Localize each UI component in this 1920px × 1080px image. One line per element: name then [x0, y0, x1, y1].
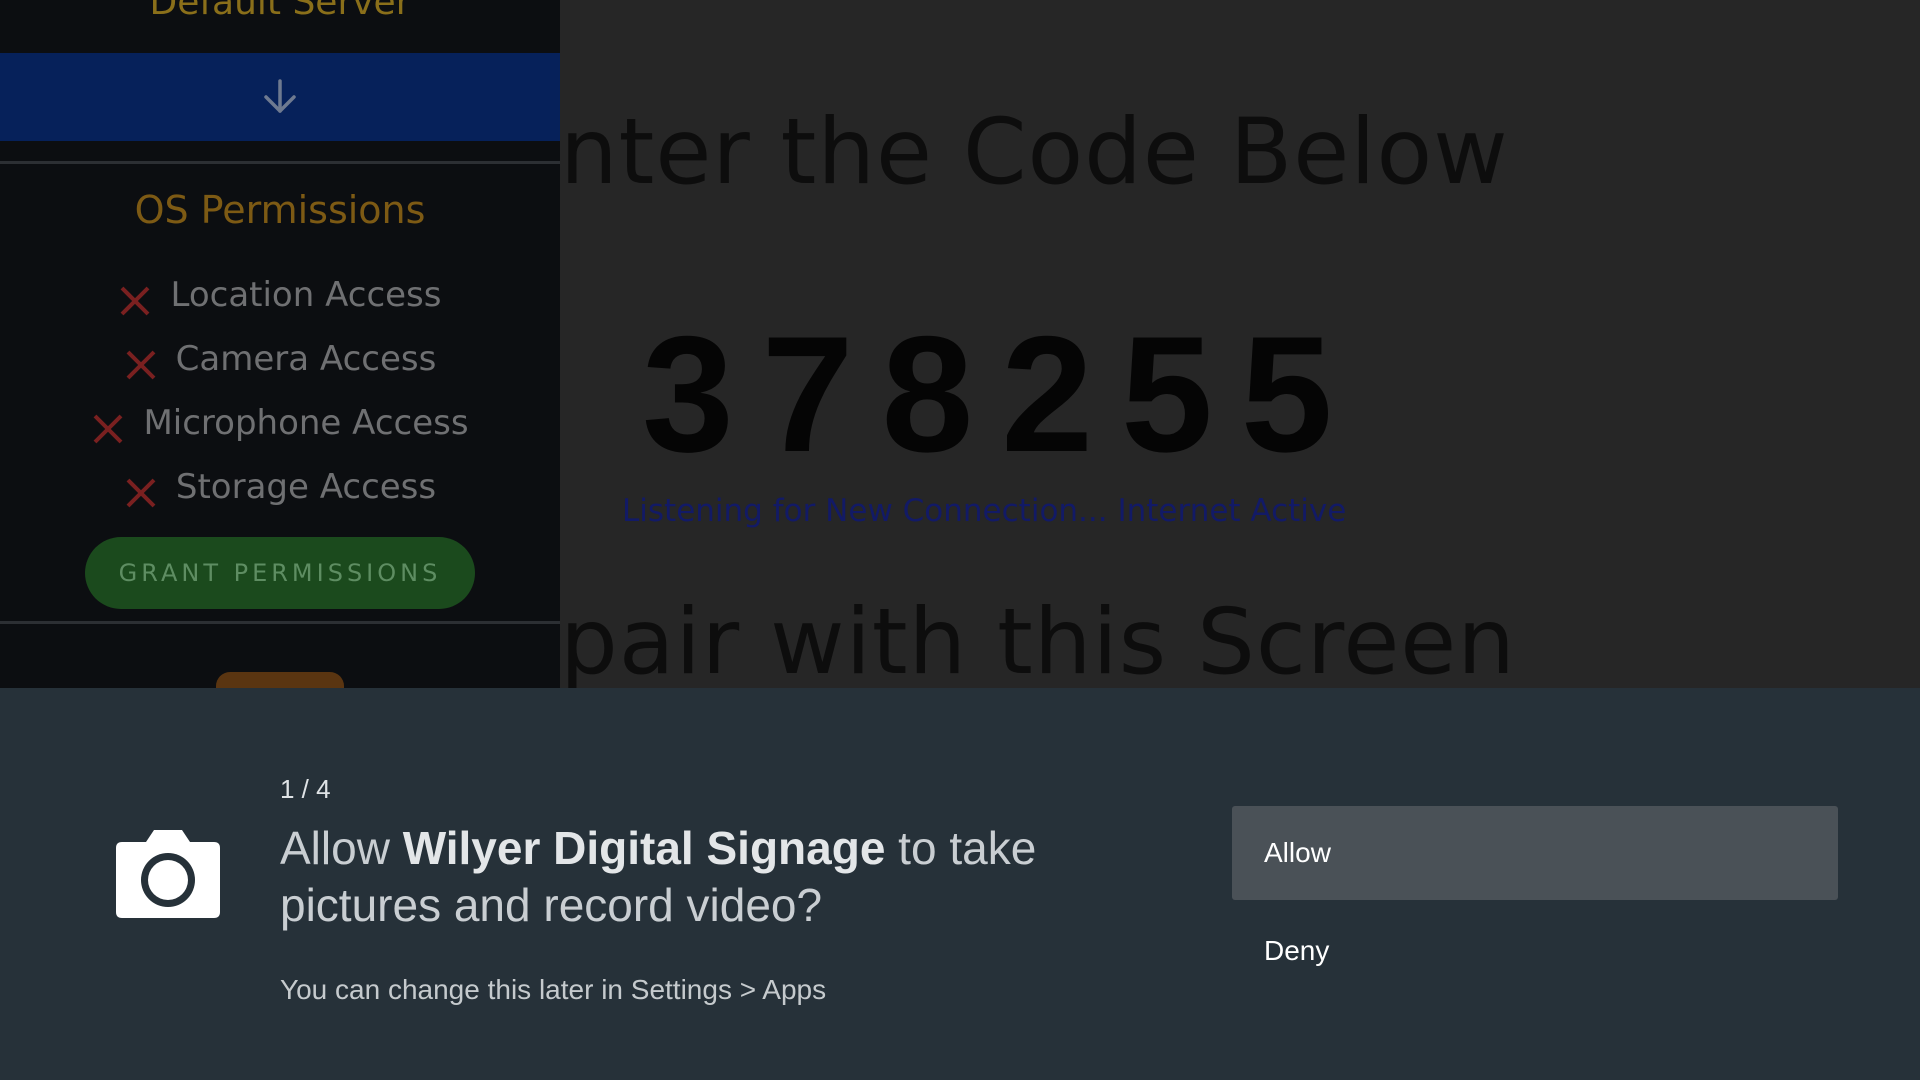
settings-note: You can change this later in Settings > … [280, 974, 827, 1005]
enter-code-heading: nter the Code Below [560, 100, 1509, 205]
deny-button[interactable]: Deny [1232, 904, 1838, 998]
server-title: Default Server [149, 0, 411, 23]
server-expand-toggle[interactable] [0, 53, 560, 141]
permission-item-location: Location Access [0, 270, 560, 320]
permission-item-storage: Storage Access [0, 462, 560, 512]
x-icon [126, 350, 156, 380]
grant-permissions-button[interactable]: GRANT PERMISSIONS [85, 537, 475, 609]
permission-label: Storage Access [175, 467, 437, 507]
permission-counter: 1 / 4 [280, 774, 331, 804]
pairing-code: 378255 [642, 302, 1361, 486]
pair-screen-heading: pair with this Screen [560, 590, 1516, 688]
permission-item-microphone: Microphone Access [0, 398, 560, 448]
permission-label: Microphone Access [143, 403, 469, 443]
os-permissions-title: OS Permissions [134, 188, 426, 232]
camera-icon [116, 830, 220, 918]
x-icon [126, 478, 156, 508]
sidebar: Default Server OS Permissions Location A… [0, 0, 560, 688]
x-icon [121, 286, 150, 316]
permission-item-camera: Camera Access [0, 334, 560, 384]
section-divider [0, 161, 560, 164]
permission-label: Camera Access [175, 339, 437, 379]
app-name: Wilyer Digital Signage [402, 822, 886, 874]
connection-status: Listening for New Connection... Internet… [622, 493, 1347, 529]
message-prefix: Allow [280, 822, 403, 874]
x-icon [94, 414, 123, 444]
partial-orange-button[interactable] [216, 672, 344, 688]
main-content: nter the Code Below 378255 Listening for… [560, 0, 1920, 688]
arrow-down-icon [264, 79, 296, 113]
allow-button[interactable]: Allow [1232, 806, 1838, 900]
section-divider [0, 621, 560, 624]
permission-label: Location Access [170, 275, 442, 315]
permission-message: Allow Wilyer Digital Signage to take pic… [280, 820, 1160, 934]
permission-dialog: 1 / 4 Allow Wilyer Digital Signage to ta… [0, 688, 1920, 1080]
